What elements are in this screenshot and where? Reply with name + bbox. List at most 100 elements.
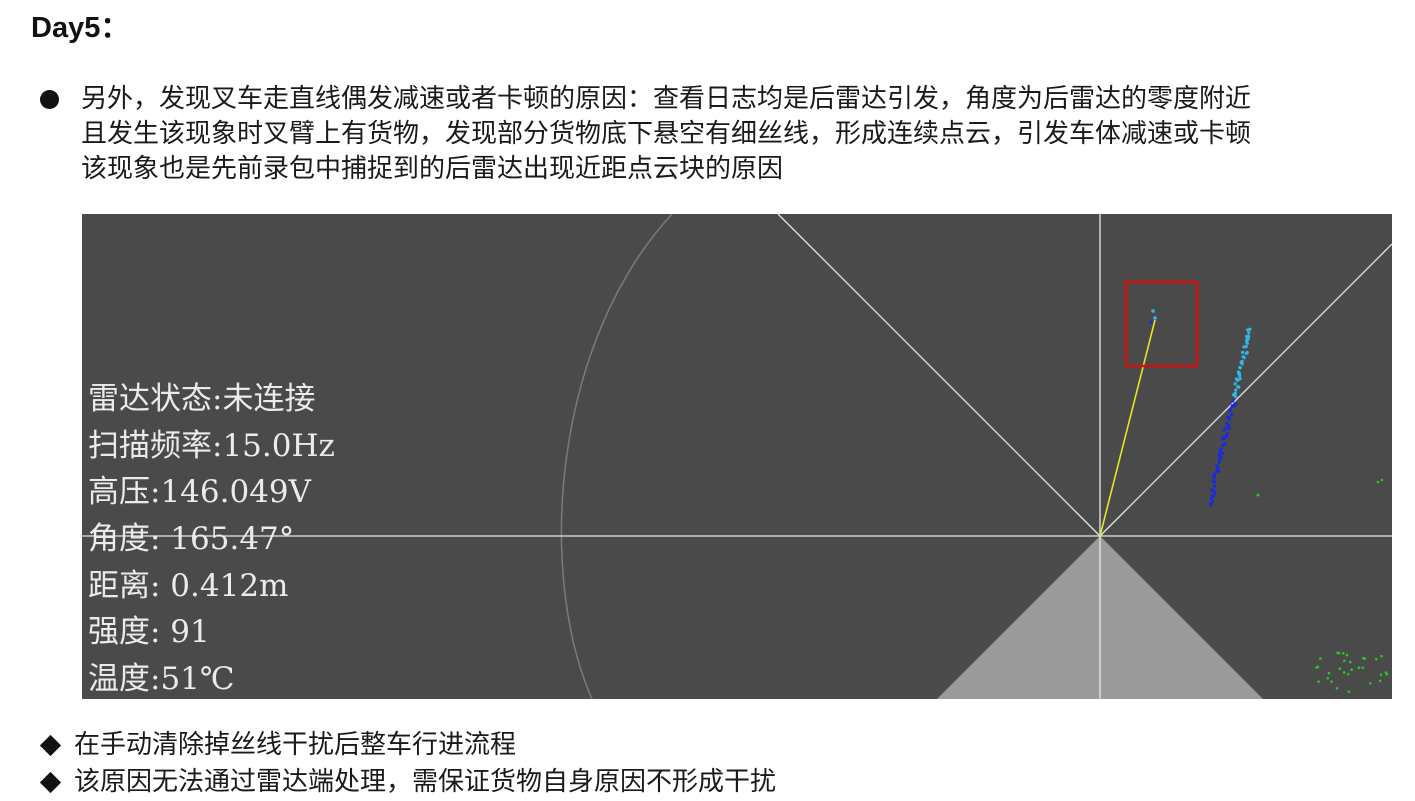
- cloud-point: [1225, 415, 1229, 419]
- radar-view: 雷达状态:未连接 扫描频率:15.0Hz 高压:146.049V 角度: 165…: [82, 214, 1392, 699]
- cloud-point: [1212, 484, 1216, 488]
- bullet-item: 在手动清除掉丝线干扰后整车行进流程: [38, 726, 776, 763]
- bullet-dot: [40, 90, 59, 109]
- cloud-point: [1224, 435, 1229, 439]
- cloud-point: [1342, 671, 1346, 674]
- cloud-point: [1327, 671, 1331, 675]
- cloud-point: [1338, 667, 1342, 670]
- cloud-point: [1230, 412, 1234, 417]
- cloud-point: [1227, 426, 1231, 430]
- radar-status-panel: 雷达状态:未连接 扫描频率:15.0Hz 高压:146.049V 角度: 165…: [88, 376, 335, 699]
- cloud-point: [1237, 385, 1241, 389]
- cloud-point: [1361, 666, 1365, 669]
- cloud-point: [1247, 331, 1251, 335]
- status-line: 距离: 0.412m: [88, 567, 289, 604]
- cloud-point: [1315, 666, 1318, 669]
- cloud-point: [1209, 497, 1213, 501]
- cloud-point: [1317, 680, 1320, 683]
- cloud-point: [1240, 362, 1244, 366]
- diagonal-right: [1099, 243, 1392, 537]
- cloud-point: [1238, 366, 1242, 370]
- bullet-item: 该原因无法通过雷达端处理，需保证货物自身原因不形成干扰: [38, 763, 776, 800]
- cloud-point: [1242, 345, 1246, 349]
- cloud-point: [1244, 351, 1249, 355]
- cloud-point: [1246, 328, 1250, 332]
- cloud-point: [1212, 488, 1216, 492]
- highlight-box: [1124, 280, 1199, 368]
- diamond-bullet-icon: [39, 734, 62, 757]
- cloud-point: [1228, 417, 1232, 421]
- cloud-point: [1379, 673, 1383, 677]
- paragraph-line: 另外，发现叉车走直线偶发减速或者卡顿的原因：查看日志均是后雷达引发，角度为后雷达…: [81, 84, 1252, 114]
- bullet-text: 该原因无法通过雷达端处理，需保证货物自身原因不形成干扰: [74, 767, 777, 797]
- cloud-point: [1330, 680, 1333, 683]
- cloud-point: [1384, 671, 1388, 674]
- cloud-point: [1347, 690, 1351, 693]
- cloud-point: [1380, 478, 1384, 482]
- cloud-point: [1220, 437, 1224, 441]
- cloud-point: [1228, 409, 1232, 413]
- paragraph-line: 该现象也是先前录包中捕捉到的后雷达出现近距点云块的原因: [81, 154, 784, 184]
- cloud-point: [1350, 668, 1353, 672]
- cloud-point: [1233, 394, 1238, 398]
- cloud-point: [1231, 399, 1235, 403]
- cloud-point: [1326, 677, 1330, 680]
- cloud-point: [1242, 356, 1246, 360]
- description-paragraph: 另外，发现叉车走直线偶发减速或者卡顿的原因：查看日志均是后雷达引发，角度为后雷达…: [40, 82, 1415, 192]
- cloud-point: [1378, 679, 1382, 683]
- cloud-point: [1374, 657, 1378, 661]
- cloud-point: [1212, 476, 1216, 480]
- status-line: 雷达状态:未连接: [88, 381, 316, 417]
- cloud-point: [1363, 657, 1367, 661]
- cloud-point: [1256, 493, 1260, 497]
- cloud-point: [1212, 473, 1216, 477]
- diamond-bullet-icon: [39, 771, 62, 794]
- status-line: 角度: 165.47°: [88, 521, 295, 558]
- status-line: 高压:146.049V: [88, 474, 312, 511]
- range-ring: [560, 214, 673, 699]
- cloud-point: [1238, 374, 1242, 378]
- cloud-point: [1153, 316, 1157, 320]
- status-line: 温度:51℃: [88, 661, 235, 698]
- cloud-point: [1216, 465, 1220, 470]
- cloud-point: [1319, 657, 1322, 660]
- cloud-point: [1213, 491, 1217, 495]
- cloud-point: [1376, 480, 1380, 484]
- cloud-point: [1357, 666, 1361, 670]
- cloud-point: [1233, 382, 1237, 386]
- cloud-point: [1335, 687, 1339, 690]
- scan-beam: [1099, 319, 1156, 537]
- cloud-point: [1241, 350, 1245, 354]
- cloud-point: [1209, 503, 1213, 507]
- cloud-point: [1214, 470, 1218, 474]
- cloud-point: [1221, 451, 1225, 455]
- cloud-point: [1212, 494, 1216, 498]
- cloud-point: [1337, 651, 1341, 655]
- cloud-point: [1149, 320, 1153, 324]
- cloud-point: [1151, 309, 1155, 313]
- cloud-point: [1236, 378, 1240, 383]
- cloud-point: [1341, 651, 1345, 655]
- cloud-point: [1217, 457, 1222, 461]
- cloud-point: [1213, 480, 1217, 484]
- cloud-point: [1380, 654, 1383, 658]
- cloud-point: [1343, 659, 1346, 663]
- cloud-point: [1234, 388, 1238, 392]
- bullet-text: 在手动清除掉丝线干扰后整车行进流程: [74, 730, 517, 760]
- diagonal-left: [777, 214, 1101, 537]
- status-line: 强度: 91: [88, 614, 210, 651]
- cloud-point: [1345, 653, 1349, 657]
- paragraph-line: 且发生该现象时叉臂上有货物，发现部分货物底下悬空有细丝线，形成连续点云，引发车体…: [81, 119, 1252, 149]
- cloud-point: [1230, 404, 1234, 408]
- page-title: Day5：: [31, 12, 130, 44]
- cloud-point: [1245, 341, 1249, 345]
- bottom-bullets: 在手动清除掉丝线干扰后整车行进流程 该原因无法通过雷达端处理，需保证货物自身原因…: [38, 726, 776, 800]
- status-line: 扫描频率:15.0Hz: [88, 427, 335, 464]
- cloud-point: [1368, 681, 1372, 685]
- cloud-point: [1217, 460, 1221, 464]
- cloud-point: [1221, 443, 1225, 447]
- cloud-point: [1226, 423, 1231, 427]
- cloud-point: [1346, 672, 1350, 676]
- cloud-point: [1349, 660, 1352, 664]
- cloud-point: [1222, 428, 1226, 432]
